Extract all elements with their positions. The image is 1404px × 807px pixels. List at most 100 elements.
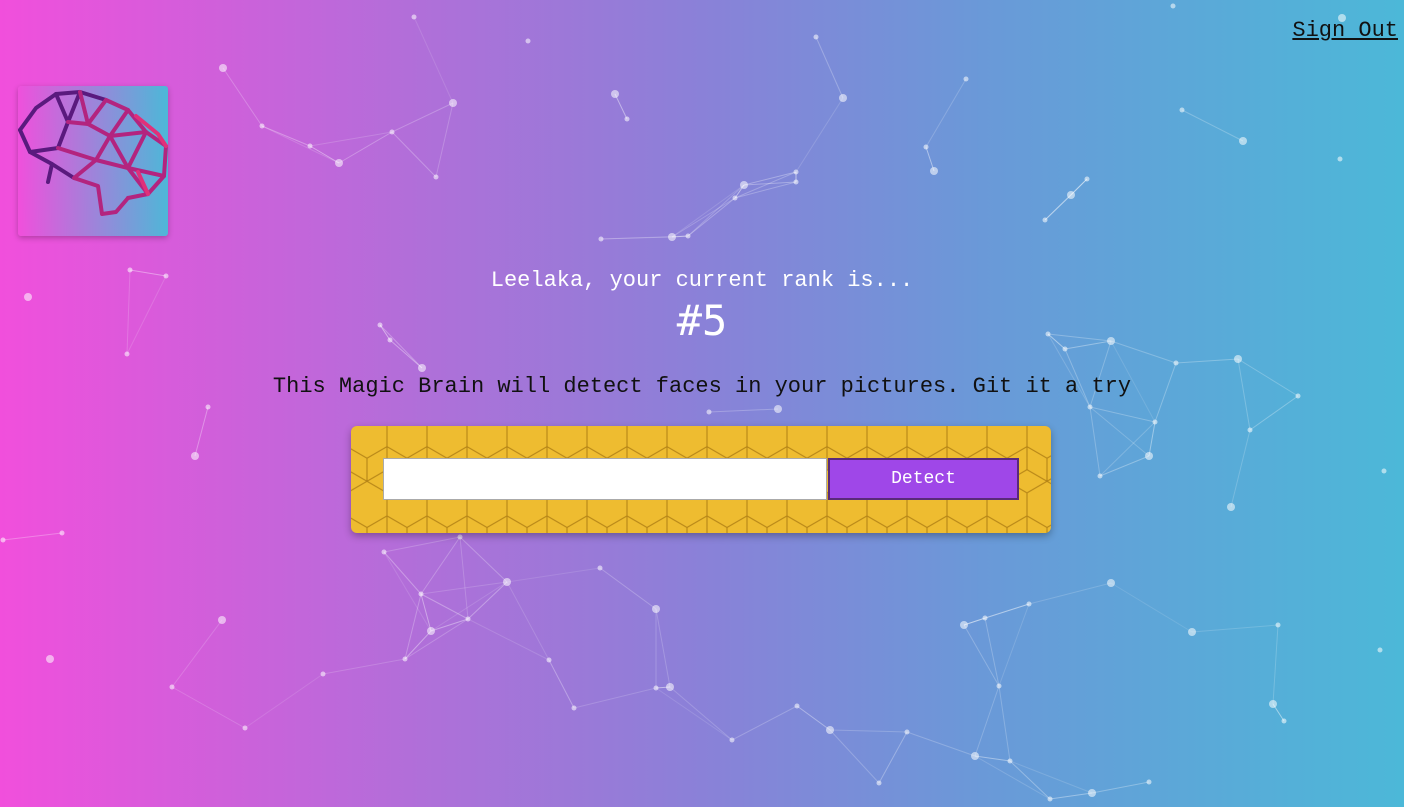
- particle-node: [525, 38, 531, 44]
- particle-link: [391, 131, 437, 178]
- brain-icon: [18, 90, 168, 216]
- particle-link: [708, 408, 779, 413]
- particle-link: [1175, 358, 1239, 364]
- particle-link: [573, 687, 657, 709]
- particle-node: [205, 404, 211, 410]
- particle-link: [322, 658, 406, 675]
- particle-link: [984, 617, 1000, 687]
- particle-node: [1281, 718, 1287, 724]
- particle-link: [383, 536, 461, 553]
- particle-link: [391, 102, 454, 133]
- particle-node: [923, 144, 929, 150]
- particle-link: [687, 197, 736, 237]
- particle-node: [793, 179, 799, 185]
- particle-node: [624, 116, 630, 122]
- rank-message: Leelaka, your current rank is...: [490, 268, 914, 293]
- particle-node: [191, 452, 199, 460]
- particle-node: [1239, 137, 1247, 145]
- particle-node: [389, 129, 395, 135]
- particle-link: [731, 705, 798, 741]
- particle-node: [982, 615, 988, 621]
- particle-link: [1049, 792, 1093, 800]
- particle-node: [839, 94, 847, 102]
- particle-node: [793, 169, 799, 175]
- particle-node: [996, 683, 1002, 689]
- particle-link: [925, 78, 967, 148]
- particle-link: [420, 581, 508, 595]
- particle-node: [1042, 217, 1048, 223]
- particle-node: [418, 591, 424, 597]
- particle-node: [418, 364, 426, 372]
- particle-link: [506, 581, 550, 661]
- particle-node: [598, 236, 604, 242]
- particle-node: [449, 99, 457, 107]
- detect-button[interactable]: Detect: [828, 458, 1019, 500]
- particle-node: [546, 657, 552, 663]
- particle-node: [774, 405, 782, 413]
- particle-link: [1191, 624, 1279, 633]
- particle-node: [876, 780, 882, 786]
- particle-node: [1087, 404, 1093, 410]
- particle-link: [655, 687, 733, 741]
- particle-node: [433, 174, 439, 180]
- particle-node: [1337, 156, 1343, 162]
- particle-link: [1091, 781, 1150, 794]
- particle-node: [666, 683, 674, 691]
- particle-link: [998, 685, 1011, 762]
- particle-link: [1110, 582, 1193, 633]
- particle-node: [1170, 3, 1176, 9]
- particle-node: [571, 705, 577, 711]
- particle-link: [459, 536, 508, 583]
- particle-node: [971, 752, 979, 760]
- particle-node: [0, 537, 6, 543]
- particle-node: [729, 737, 735, 743]
- particle-link: [222, 67, 263, 127]
- particle-node: [427, 627, 435, 635]
- particle-node: [259, 123, 265, 129]
- tagline: This Magic Brain will detect faces in yo…: [272, 374, 1132, 399]
- particle-node: [1007, 758, 1013, 764]
- particle-node: [1047, 796, 1053, 802]
- particle-node: [652, 605, 660, 613]
- particle-node: [930, 167, 938, 175]
- particle-node: [1377, 647, 1383, 653]
- particle-link: [430, 581, 508, 632]
- particle-link: [1028, 582, 1112, 605]
- particle-node: [960, 621, 968, 629]
- particle-link: [974, 685, 1000, 757]
- particle-link: [963, 624, 1000, 687]
- particle-link: [404, 593, 422, 660]
- particle-node: [219, 64, 227, 72]
- particle-link: [671, 197, 736, 238]
- particle-node: [732, 195, 738, 201]
- sign-out-link[interactable]: Sign Out: [1292, 18, 1398, 43]
- particle-link: [599, 567, 657, 610]
- particle-node: [457, 534, 463, 540]
- particle-node: [320, 671, 326, 677]
- particle-link: [435, 102, 454, 178]
- particle-link: [261, 125, 340, 164]
- particle-link: [669, 686, 733, 741]
- particle-link: [1089, 406, 1150, 457]
- particle-link: [467, 581, 508, 620]
- image-url-input[interactable]: [383, 458, 827, 500]
- particle-link: [548, 659, 575, 709]
- particle-node: [963, 76, 969, 82]
- particle-link: [309, 145, 340, 164]
- particle-link: [796, 705, 831, 731]
- particle-link: [655, 608, 671, 688]
- particle-node: [1179, 107, 1185, 113]
- particle-link: [1089, 406, 1101, 477]
- particle-link: [467, 618, 550, 661]
- particle-link: [413, 16, 454, 104]
- particle-link: [459, 536, 469, 620]
- particle-node: [904, 729, 910, 735]
- particle-link: [244, 673, 324, 729]
- particle-link: [1009, 760, 1093, 794]
- particle-node: [335, 159, 343, 167]
- particle-node: [411, 14, 417, 20]
- particle-node: [242, 725, 248, 731]
- image-link-form: Detect: [351, 426, 1051, 533]
- particle-node: [653, 685, 659, 691]
- particle-node: [465, 616, 471, 622]
